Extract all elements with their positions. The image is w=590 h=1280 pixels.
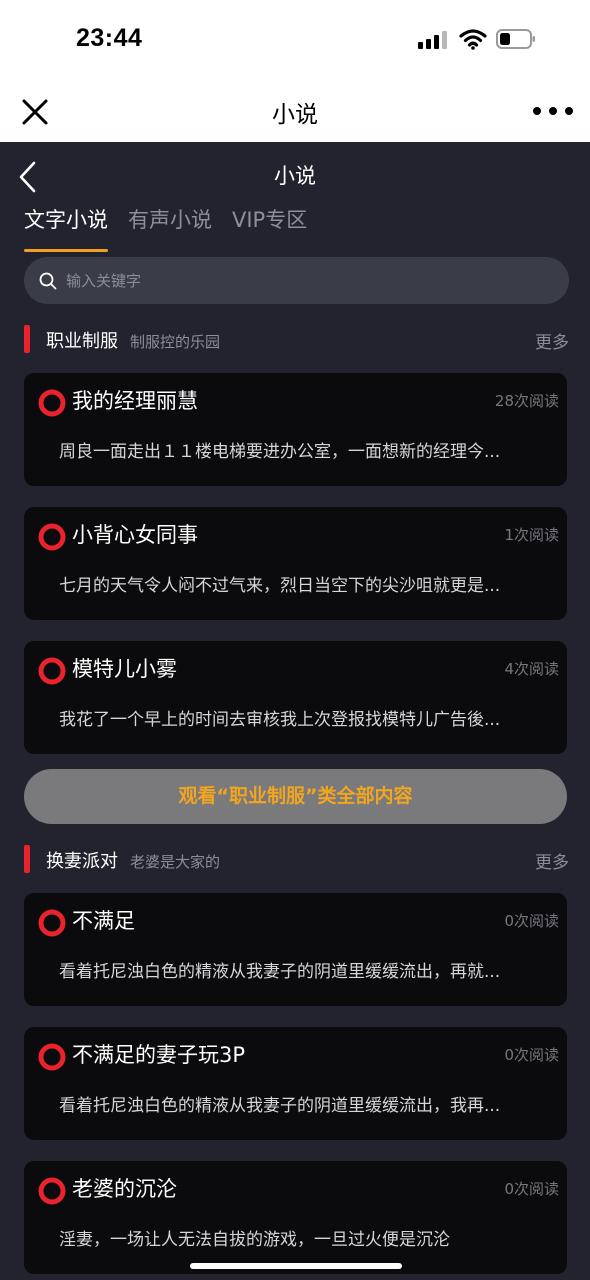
more-link[interactable]: 更多 <box>535 848 569 873</box>
more-options-icon[interactable] <box>532 106 574 116</box>
read-count: 0次阅读 <box>504 1180 559 1198</box>
app-content: 小说 文字小说 有声小说 VIP专区 输入关键字 职业制服 制服控的乐园 更多 … <box>0 142 590 1280</box>
novel-excerpt: 七月的天气令人闷不过气来，烈日当空下的尖沙咀就更是... <box>59 576 501 596</box>
novel-ring-icon <box>38 523 66 551</box>
read-count: 0次阅读 <box>504 912 559 930</box>
cellular-signal-icon <box>418 31 450 49</box>
read-count: 1次阅读 <box>504 526 559 544</box>
section-header-swap-party: 换妻派对 老婆是大家的 更多 <box>24 845 569 875</box>
novel-card[interactable]: 我的经理丽慧 28次阅读 周良一面走出１１楼电梯要进办公室，一面想新的经理今..… <box>24 373 567 486</box>
novel-card[interactable]: 不满足的妻子玩3P 0次阅读 看着托尼浊白色的精液从我妻子的阴道里缓缓流出，我再… <box>24 1027 567 1140</box>
novel-ring-icon <box>38 657 66 685</box>
status-time: 23:44 <box>76 24 143 52</box>
novel-title: 不满足的妻子玩3P <box>72 1043 246 1067</box>
novel-card[interactable]: 小背心女同事 1次阅读 七月的天气令人闷不过气来，烈日当空下的尖沙咀就更是... <box>24 507 567 620</box>
section-title: 职业制服 <box>46 331 118 352</box>
novel-title: 老婆的沉沦 <box>72 1177 177 1201</box>
read-count: 4次阅读 <box>504 660 559 678</box>
section-subtitle: 制服控的乐园 <box>130 333 221 351</box>
read-count: 0次阅读 <box>504 1046 559 1064</box>
novel-title: 我的经理丽慧 <box>72 389 198 413</box>
novel-excerpt: 淫妻，一场让人无法自拔的游戏，一旦过火便是沉沦 <box>59 1230 450 1250</box>
section-marker <box>24 325 30 353</box>
section-title: 换妻派对 <box>46 851 118 872</box>
page-title: 小说 <box>274 164 316 188</box>
novel-excerpt: 周良一面走出１１楼电梯要进办公室，一面想新的经理今... <box>59 442 501 462</box>
read-count: 28次阅读 <box>494 392 559 410</box>
tab-vip-zone[interactable]: VIP专区 <box>232 204 307 244</box>
novel-ring-icon <box>38 909 66 937</box>
battery-icon <box>496 29 535 49</box>
section-header-uniform: 职业制服 制服控的乐园 更多 <box>24 325 569 355</box>
mini-program-title: 小说 <box>272 102 318 128</box>
novel-title: 模特儿小雾 <box>72 657 177 681</box>
section-subtitle: 老婆是大家的 <box>130 853 221 871</box>
wifi-icon <box>459 29 487 50</box>
novel-ring-icon <box>38 1043 66 1071</box>
more-link[interactable]: 更多 <box>535 328 569 353</box>
mini-program-header: 小说 <box>0 80 590 142</box>
novel-card[interactable]: 老婆的沉沦 0次阅读 淫妻，一场让人无法自拔的游戏，一旦过火便是沉沦 <box>24 1161 567 1274</box>
novel-title: 小背心女同事 <box>72 523 198 547</box>
category-tabs: 文字小说 有声小说 VIP专区 <box>24 204 327 252</box>
novel-ring-icon <box>38 389 66 417</box>
novel-excerpt: 我花了一个早上的时间去审核我上次登报找模特儿广告後... <box>59 710 501 730</box>
home-indicator[interactable] <box>190 1263 402 1269</box>
search-placeholder: 输入关键字 <box>66 272 142 290</box>
novel-excerpt: 看着托尼浊白色的精液从我妻子的阴道里缓缓流出，再就... <box>59 962 501 982</box>
novel-excerpt: 看着托尼浊白色的精液从我妻子的阴道里缓缓流出，我再... <box>59 1096 501 1116</box>
section-marker <box>24 845 30 873</box>
search-input[interactable]: 输入关键字 <box>24 257 569 304</box>
status-bar: 23:44 <box>0 0 590 80</box>
search-icon <box>39 272 57 290</box>
tab-audio-novels[interactable]: 有声小说 <box>128 204 212 244</box>
novel-card[interactable]: 不满足 0次阅读 看着托尼浊白色的精液从我妻子的阴道里缓缓流出，再就... <box>24 893 567 1006</box>
view-all-button[interactable]: 观看“职业制服”类全部内容 <box>24 769 567 824</box>
novel-title: 不满足 <box>72 909 135 933</box>
tab-text-novels[interactable]: 文字小说 <box>24 204 108 252</box>
novel-ring-icon <box>38 1177 66 1205</box>
novel-card[interactable]: 模特儿小雾 4次阅读 我花了一个早上的时间去审核我上次登报找模特儿广告後... <box>24 641 567 754</box>
